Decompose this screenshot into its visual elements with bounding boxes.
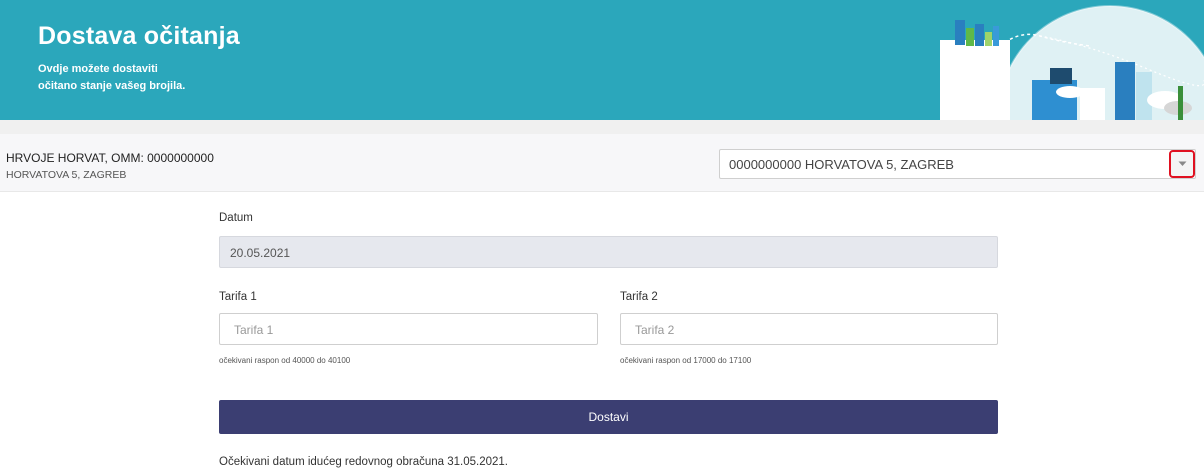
meter-select-value: 0000000000 HORVATOVA 5, ZAGREB — [729, 157, 954, 172]
meter-select[interactable]: 0000000000 HORVATOVA 5, ZAGREB — [719, 149, 1196, 179]
datum-value: 20.05.2021 — [230, 246, 291, 260]
tarifa1-label: Tarifa 1 — [219, 291, 257, 303]
header-banner: Dostava očitanja Ovdje možete dostaviti … — [0, 0, 1204, 120]
page-title: Dostava očitanja — [38, 22, 240, 50]
page-subtitle: Ovdje možete dostaviti očitano stanje va… — [38, 61, 218, 95]
tarifa2-input[interactable]: Tarifa 2 — [620, 313, 998, 345]
tarifa2-label: Tarifa 2 — [620, 291, 658, 303]
subtitle-line-1: Ovdje možete dostaviti — [38, 63, 158, 75]
next-billing-note: Očekivani datum idućeg redovnog obračuna… — [219, 456, 508, 468]
tarifa2-placeholder: Tarifa 2 — [635, 323, 675, 337]
tarifa1-placeholder: Tarifa 1 — [234, 323, 274, 337]
separator-band — [0, 120, 1204, 134]
customer-name: HRVOJE HORVAT, OMM: 0000000000 — [6, 151, 214, 165]
datum-label: Datum — [219, 212, 253, 224]
tarifa1-hint: očekivani raspon od 40000 do 40100 — [219, 356, 351, 365]
tarifa2-hint: očekivani raspon od 17000 do 17100 — [620, 356, 752, 365]
city-illustration-icon — [940, 5, 1204, 120]
meter-select-dropdown-button[interactable] — [1169, 150, 1195, 178]
customer-address: HORVATOVA 5, ZAGREB — [6, 169, 127, 181]
chevron-down-icon — [1178, 161, 1186, 166]
datum-field: 20.05.2021 — [219, 236, 998, 268]
tarifa1-input[interactable]: Tarifa 1 — [219, 313, 598, 345]
submit-button[interactable]: Dostavi — [219, 400, 998, 434]
subtitle-line-2: očitano stanje vašeg brojila. — [38, 80, 186, 92]
